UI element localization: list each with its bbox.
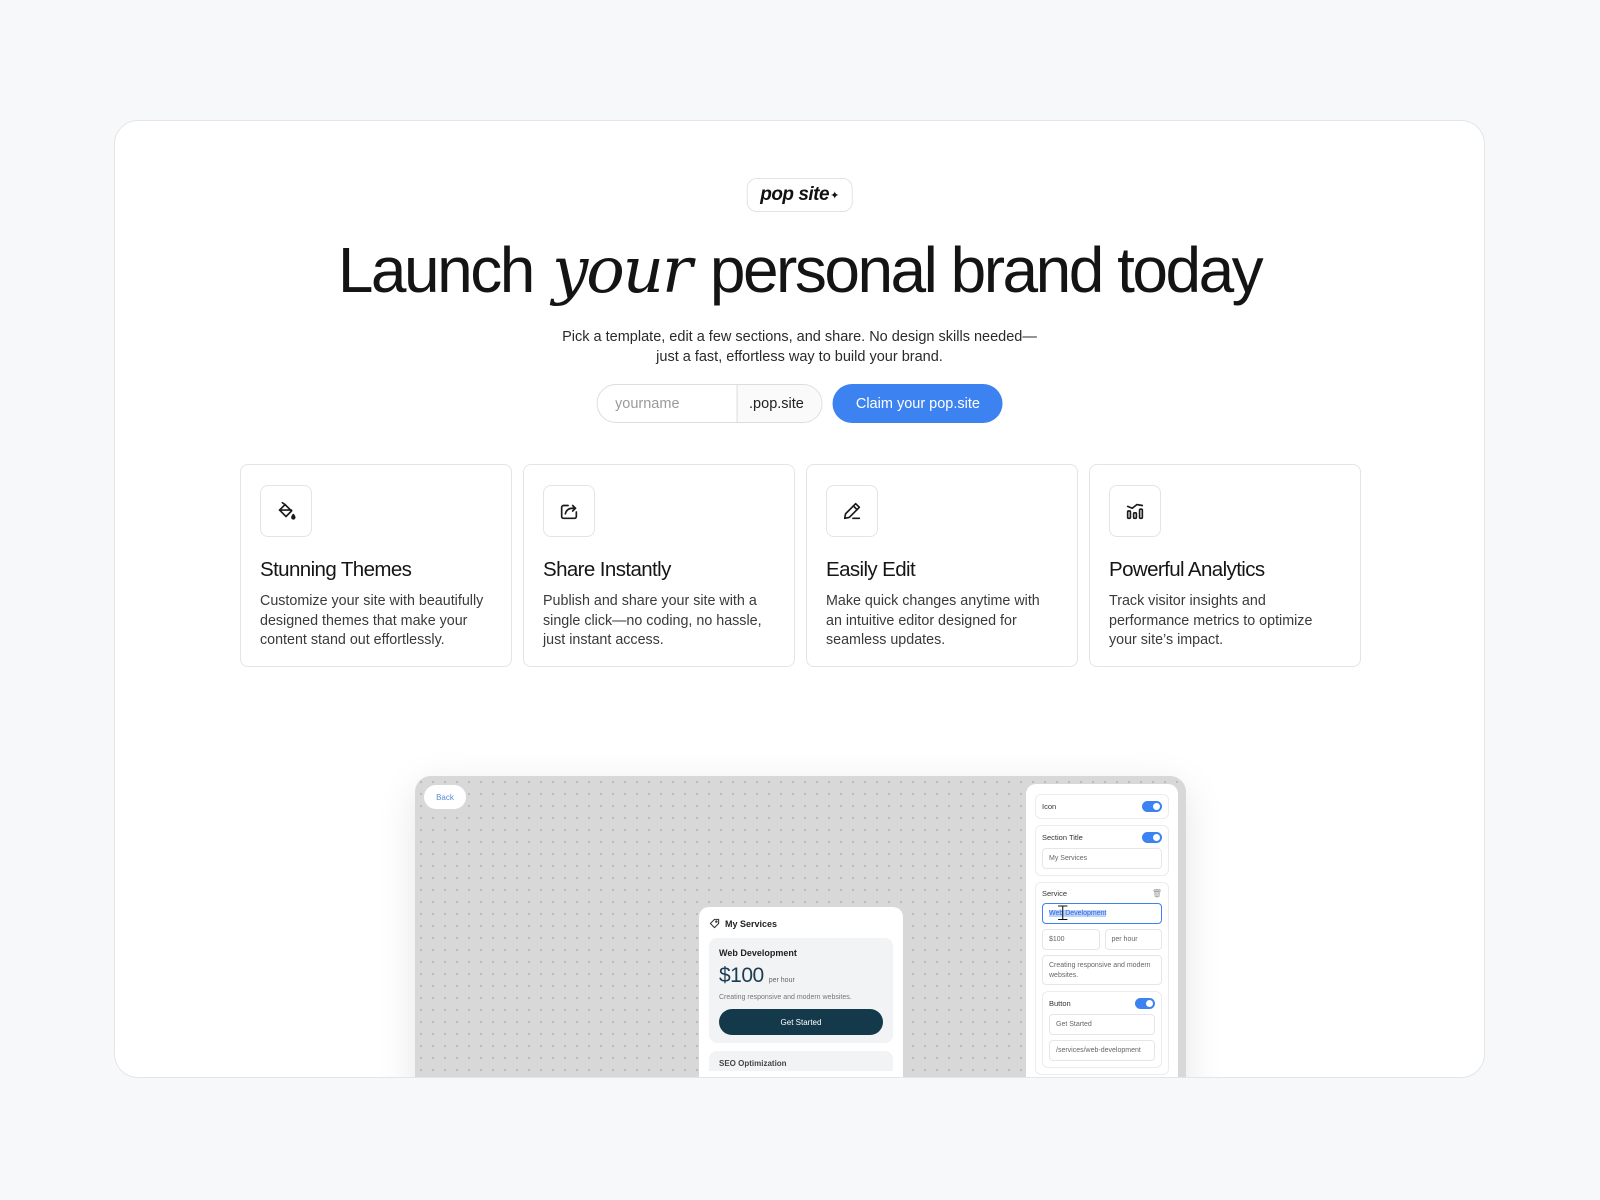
domain-suffix: .pop.site — [736, 385, 822, 422]
feature-description: Track visitor insights and performance m… — [1109, 593, 1313, 648]
unit-input[interactable]: per hour — [1104, 929, 1162, 950]
hero-subtitle-line1: Pick a template, edit a few sections, an… — [562, 329, 1037, 345]
hero-subtitle: Pick a template, edit a few sections, an… — [540, 327, 1060, 367]
tag-icon — [709, 918, 720, 929]
editor-preview: Back My Services Web Development $100 pe… — [415, 776, 1186, 1077]
edit-panel: Icon Section Title My Services Service 🗑… — [1026, 784, 1178, 1077]
button-text-input[interactable]: Get Started — [1049, 1014, 1155, 1035]
analytics-icon — [1109, 485, 1161, 537]
claim-button[interactable]: Claim your pop.site — [832, 384, 1003, 423]
hero-subtitle-line2: just a fast, effortless way to build you… — [656, 349, 943, 365]
services-title: My Services — [725, 918, 778, 929]
next-service-item: SEO Optimization — [709, 1051, 893, 1071]
icon-label: Icon — [1042, 802, 1057, 811]
paint-bucket-icon — [260, 485, 312, 537]
feature-title: Easily Edit — [826, 558, 916, 581]
feature-grid: Stunning Themes Customize your site with… — [240, 464, 1361, 667]
feature-card-themes: Stunning Themes Customize your site with… — [240, 464, 512, 667]
panel-section-title-row: Section Title My Services — [1035, 825, 1169, 876]
description-input[interactable]: Creating responsive and modern websites. — [1042, 955, 1162, 985]
share-icon — [543, 485, 595, 537]
service-price-row: $100 per hour — [719, 964, 883, 988]
feature-card-edit: Easily Edit Make quick changes anytime w… — [806, 464, 1078, 667]
trash-icon[interactable]: 🗑 — [1152, 889, 1162, 898]
button-toggle[interactable] — [1135, 998, 1155, 1009]
hero-title-end: personal brand today — [709, 234, 1264, 306]
get-started-button[interactable]: Get Started — [719, 1009, 883, 1035]
button-label: Button — [1049, 999, 1071, 1008]
claim-form: .pop.site Claim your pop.site — [596, 384, 1003, 423]
hero-title: Launch your personal brand today — [115, 233, 1484, 308]
section-title-toggle[interactable] — [1142, 832, 1162, 843]
feature-card-share: Share Instantly Publish and share your s… — [523, 464, 795, 667]
feature-title: Stunning Themes — [260, 558, 412, 581]
hero-title-start: Launch — [337, 234, 535, 306]
icon-toggle[interactable] — [1142, 801, 1162, 812]
button-link-input[interactable]: /services/web-development — [1049, 1040, 1155, 1061]
service-price: $100 — [719, 964, 764, 987]
section-title-input[interactable]: My Services — [1042, 848, 1162, 869]
price-input[interactable]: $100 — [1042, 929, 1100, 950]
price-unit-row: $100 per hour — [1042, 924, 1162, 950]
logo-star-icon: ✦ — [830, 189, 839, 202]
hero-title-accent: your — [552, 234, 692, 308]
feature-description: Publish and share your site with a singl… — [543, 593, 762, 648]
domain-field-group: .pop.site — [596, 384, 823, 423]
brand-logo[interactable]: pop site ✦ — [746, 178, 853, 212]
panel-button-row: Button Get Started /services/web-develop… — [1042, 991, 1162, 1068]
feature-card-analytics: Powerful Analytics Track visitor insight… — [1089, 464, 1361, 667]
services-card: My Services Web Development $100 per hou… — [699, 907, 903, 1077]
panel-icon-row: Icon — [1035, 794, 1169, 819]
landing-frame: pop site ✦ Launch your personal brand to… — [114, 120, 1485, 1078]
services-header: My Services — [709, 918, 893, 929]
feature-title: Share Instantly — [543, 558, 671, 581]
feature-description: Make quick changes anytime with an intui… — [826, 593, 1040, 648]
service-name: Web Development — [719, 948, 797, 958]
service-description: Creating responsive and modern websites. — [719, 994, 852, 1001]
text-cursor-icon: 𝙸 — [1055, 901, 1071, 926]
pencil-icon — [826, 485, 878, 537]
service-label: Service — [1042, 889, 1068, 898]
section-title-label: Section Title — [1042, 833, 1083, 842]
logo-text: pop site — [760, 184, 830, 205]
back-button[interactable]: Back — [424, 785, 466, 809]
feature-description: Customize your site with beautifully des… — [260, 593, 484, 648]
username-input[interactable] — [597, 385, 737, 422]
service-item: Web Development $100 per hour Creating r… — [709, 938, 893, 1043]
service-unit: per hour — [768, 977, 795, 984]
feature-title: Powerful Analytics — [1109, 558, 1265, 581]
